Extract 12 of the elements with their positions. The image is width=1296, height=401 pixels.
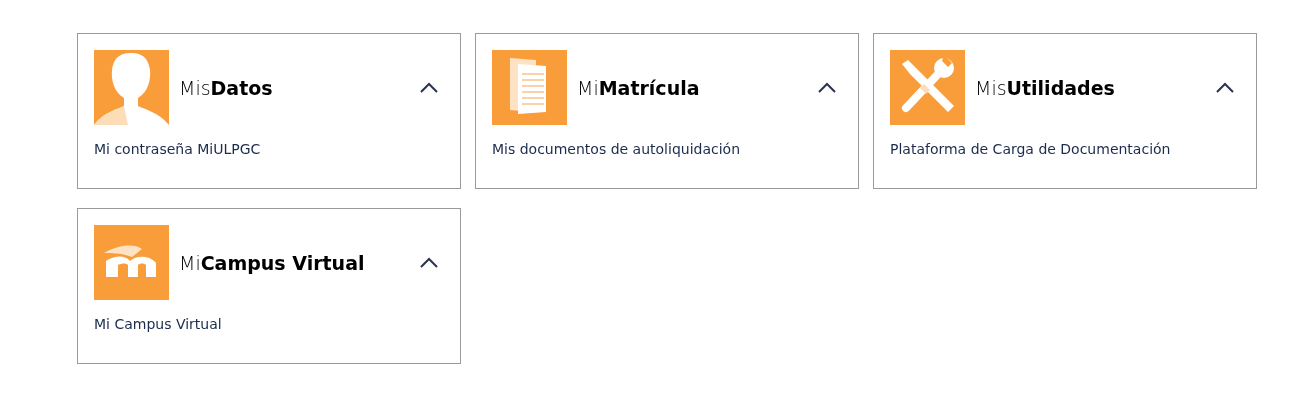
graduation-cap-icon bbox=[94, 225, 169, 300]
card-link[interactable]: Mi contraseña MiULPGC bbox=[94, 141, 444, 157]
person-icon bbox=[94, 50, 169, 125]
card-link[interactable]: Plataforma de Carga de Documentación bbox=[890, 141, 1240, 157]
card-title: MiMatrícula bbox=[577, 76, 701, 99]
card-link[interactable]: Mi Campus Virtual bbox=[94, 316, 444, 332]
card-title: MiCampus Virtual bbox=[179, 251, 366, 274]
card-title: MisUtilidades bbox=[975, 76, 1116, 99]
tools-icon bbox=[890, 50, 965, 125]
documents-icon bbox=[492, 50, 567, 125]
card-link[interactable]: Mis documentos de autoliquidación bbox=[492, 141, 842, 157]
card-title: MisDatos bbox=[179, 76, 274, 99]
